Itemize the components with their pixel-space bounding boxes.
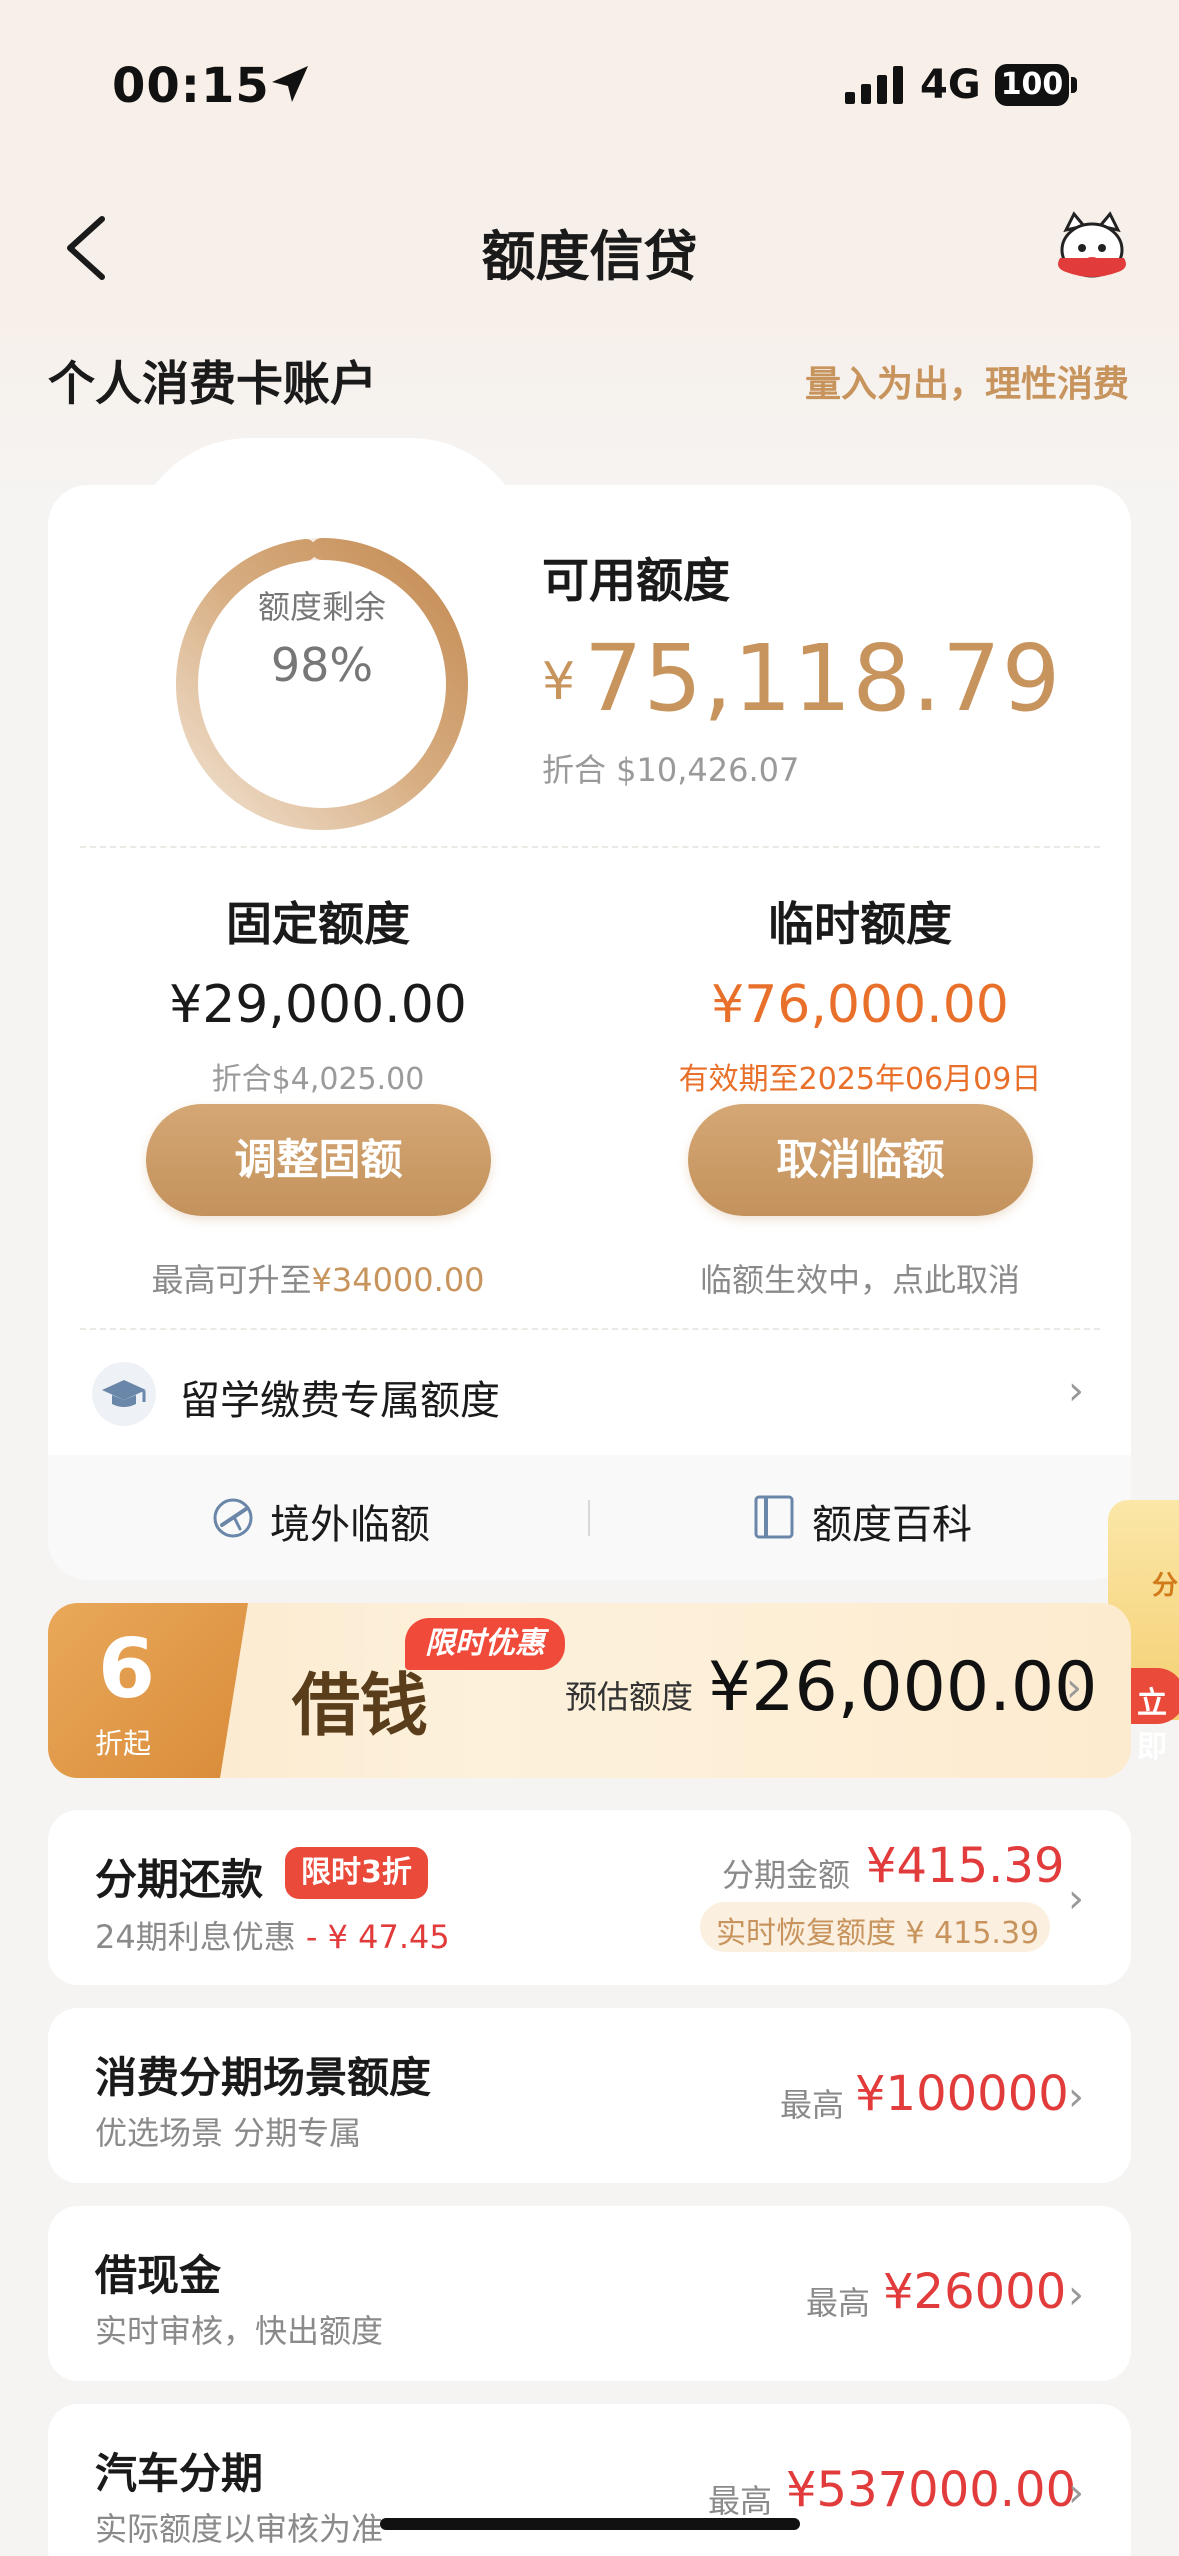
overseas-temp-quota[interactable]: 境外临额 bbox=[270, 1492, 430, 1550]
item-subtitle: 实时审核，快出额度 bbox=[95, 2312, 384, 2350]
loan-estimate-amount: ¥26,000.00 bbox=[708, 1648, 1098, 1727]
loan-estimate-label: 预估额度 bbox=[565, 1678, 694, 1716]
discount-number: 6 bbox=[98, 1622, 156, 1717]
available-converted: 折合 $10,426.07 bbox=[542, 751, 800, 789]
divider bbox=[80, 846, 1100, 848]
temp-amount: ¥76,000.00 bbox=[711, 975, 1009, 1035]
fixed-converted: 折合$4,025.00 bbox=[211, 1062, 425, 1097]
battery-level: 100 bbox=[995, 64, 1069, 106]
item-subtitle: 实际额度以审核为准 bbox=[95, 2510, 384, 2548]
quota-wiki[interactable]: 额度百科 bbox=[812, 1492, 972, 1550]
item-right-amount: ¥26000 bbox=[883, 2264, 1067, 2320]
graduation-cap-icon bbox=[92, 1362, 156, 1426]
remaining-label: 额度剩余 bbox=[257, 588, 386, 626]
discount-suffix: 折起 bbox=[95, 1727, 152, 1760]
fixed-note-prefix: 最高可升至 bbox=[151, 1261, 312, 1299]
network-type: 4G bbox=[920, 62, 981, 108]
item-title: 消费分期场景额度 bbox=[95, 2053, 432, 2102]
item-title: 借现金 bbox=[95, 2251, 222, 2300]
restore-chip-text: 实时恢复额度 ¥ 415.39 bbox=[716, 1916, 1040, 1951]
item-subtitle: 24期利息优惠 - ¥ 47.45 bbox=[95, 1912, 450, 1958]
discount-tag: 限时3折 bbox=[285, 1847, 428, 1899]
item-right-label: 最高 bbox=[780, 2086, 845, 2124]
mascot-icon[interactable] bbox=[1052, 210, 1132, 286]
item-title: 汽车分期 bbox=[95, 2449, 264, 2498]
chevron-right-icon[interactable]: › bbox=[1068, 2074, 1084, 2120]
remaining-percent: 98% bbox=[270, 638, 374, 692]
overseas-plane-icon bbox=[213, 1498, 253, 1538]
side-promo-button-label: 立即 bbox=[1137, 1686, 1167, 1765]
battery-icon: 100 bbox=[995, 64, 1077, 106]
chevron-right-icon[interactable]: › bbox=[1068, 2272, 1084, 2318]
signal-icon bbox=[845, 66, 903, 104]
account-title: 个人消费卡账户 bbox=[48, 357, 377, 412]
chevron-right-icon[interactable]: › bbox=[1068, 1876, 1084, 1922]
item-right-label: 分期金额 bbox=[722, 1856, 851, 1894]
home-indicator bbox=[380, 2518, 800, 2530]
item-right-amount: ¥537000.00 bbox=[786, 2462, 1077, 2518]
fixed-note: 最高可升至¥34000.00 bbox=[88, 1255, 548, 1301]
divider bbox=[80, 1328, 1100, 1330]
adjust-fixed-button[interactable]: 调整固额 bbox=[146, 1104, 491, 1216]
limited-offer-tag: 限时优惠 bbox=[405, 1618, 565, 1670]
item-right-amount: ¥100000 bbox=[855, 2066, 1069, 2122]
fixed-amount: ¥29,000.00 bbox=[169, 975, 467, 1035]
cancel-temp-button[interactable]: 取消临额 bbox=[688, 1104, 1033, 1216]
temp-note[interactable]: 临额生效中，点此取消 bbox=[630, 1255, 1090, 1301]
account-slogan: 量入为出，理性消费 bbox=[804, 364, 1129, 405]
item-right-amount: ¥415.39 bbox=[866, 1838, 1065, 1894]
item-right-label: 最高 bbox=[806, 2284, 871, 2322]
book-icon bbox=[754, 1495, 794, 1539]
side-promo-text: 分 bbox=[1152, 1571, 1179, 1601]
status-time: 00:15 bbox=[112, 58, 270, 114]
temp-validity: 有效期至2025年06月09日 bbox=[678, 1062, 1042, 1097]
item-right-label: 最高 bbox=[708, 2482, 773, 2520]
tool-separator bbox=[588, 1500, 590, 1536]
item-title: 分期还款 bbox=[95, 1855, 264, 1904]
location-arrow-icon bbox=[272, 66, 308, 102]
fixed-title: 固定额度 bbox=[226, 897, 410, 951]
item-subtitle: 优选场景 分期专属 bbox=[95, 2114, 362, 2152]
study-abroad-quota[interactable]: 留学缴费专属额度 bbox=[180, 1368, 500, 1426]
fixed-note-value: ¥34000.00 bbox=[311, 1261, 485, 1299]
available-currency: ¥ bbox=[542, 652, 576, 712]
loan-title: 借钱 bbox=[292, 1666, 429, 1746]
chevron-right-icon[interactable]: › bbox=[1066, 1665, 1082, 1711]
available-label: 可用额度 bbox=[542, 554, 730, 609]
temp-title: 临时额度 bbox=[768, 897, 952, 951]
chevron-right-icon[interactable]: › bbox=[1068, 2470, 1084, 2516]
chevron-right-icon[interactable]: › bbox=[1068, 1368, 1084, 1414]
item-sub-value: - ¥ 47.45 bbox=[305, 1918, 450, 1956]
page-title: 额度信贷 bbox=[481, 225, 698, 288]
item-sub-prefix: 24期利息优惠 bbox=[95, 1918, 296, 1956]
available-amount: 75,118.79 bbox=[584, 625, 1062, 732]
